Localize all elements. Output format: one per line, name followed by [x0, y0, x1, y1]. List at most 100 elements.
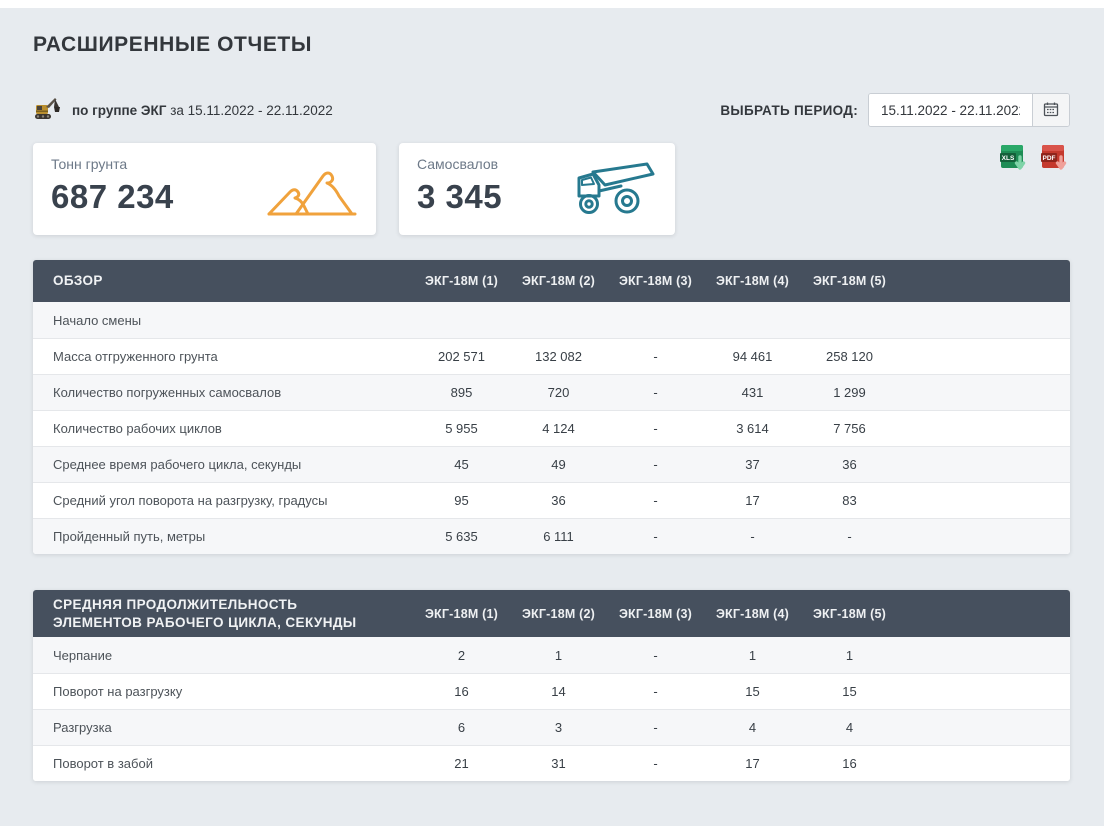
row-value: 17 [704, 493, 801, 508]
table-row: Начало смены [33, 302, 1070, 338]
row-label: Количество погруженных самосвалов [33, 385, 413, 400]
table-header: ОБЗОР ЭКГ-18М (1)ЭКГ-18М (2)ЭКГ-18М (3)Э… [33, 260, 1070, 302]
row-value: 6 111 [510, 529, 607, 544]
info-row: по группе ЭКГ за 15.11.2022 - 22.11.2022… [33, 93, 1070, 127]
row-value: 45 [413, 457, 510, 472]
row-value: 1 [704, 648, 801, 663]
column-header-2: ЭКГ-18М (2) [510, 607, 607, 621]
table-row: Поворот на разгрузку1614-1515 [33, 673, 1070, 709]
table-row: Разгрузка63-44 [33, 709, 1070, 745]
calendar-button[interactable] [1032, 94, 1069, 126]
row-value: - [607, 720, 704, 735]
row-value: - [607, 648, 704, 663]
row-value: - [801, 529, 898, 544]
row-value: 5 955 [413, 421, 510, 436]
row-value: 95 [413, 493, 510, 508]
row-value: - [607, 684, 704, 699]
column-header-4: ЭКГ-18М (4) [704, 274, 801, 288]
bottom-space [33, 781, 1070, 817]
column-header-2: ЭКГ-18М (2) [510, 274, 607, 288]
xls-label: XLS [1002, 155, 1015, 162]
row-value: - [607, 421, 704, 436]
row-label: Черпание [33, 648, 413, 663]
table-row: Пройденный путь, метры5 6356 111--- [33, 518, 1070, 554]
row-label: Поворот на разгрузку [33, 684, 413, 699]
period-input[interactable] [869, 94, 1032, 126]
row-value: 15 [801, 684, 898, 699]
row-value: 431 [704, 385, 801, 400]
column-header-4: ЭКГ-18М (4) [704, 607, 801, 621]
table-body: Начало смены Масса отгруженного грунта202… [33, 302, 1070, 554]
row-value: 36 [801, 457, 898, 472]
row-value: - [607, 756, 704, 771]
card-trucks: Самосвалов 3 345 [399, 143, 675, 235]
row-value: - [607, 457, 704, 472]
pdf-label: PDF [1043, 155, 1056, 162]
summary-cards-row: Тонн грунта 687 234 Самосвалов 3 345 [33, 143, 1070, 235]
calendar-icon [1043, 101, 1059, 120]
row-label: Масса отгруженного грунта [33, 349, 413, 364]
card-tons: Тонн грунта 687 234 [33, 143, 376, 235]
row-value: 7 756 [801, 421, 898, 436]
row-value: 94 461 [704, 349, 801, 364]
row-value: 16 [801, 756, 898, 771]
column-header-5: ЭКГ-18М (5) [801, 607, 898, 621]
row-label: Средний угол поворота на разгрузку, град… [33, 493, 413, 508]
row-value: 17 [704, 756, 801, 771]
report-group-label: по группе ЭКГ [72, 103, 166, 118]
row-value: 2 [413, 648, 510, 663]
export-xls-button[interactable]: XLS [1000, 143, 1029, 177]
table-title: ОБЗОР [33, 272, 413, 290]
row-value: 14 [510, 684, 607, 699]
row-value: 15 [704, 684, 801, 699]
card-tons-value: 687 234 [51, 178, 174, 216]
row-value: 1 299 [801, 385, 898, 400]
row-value: 3 614 [704, 421, 801, 436]
row-value: 3 [510, 720, 607, 735]
row-value: 4 [704, 720, 801, 735]
table-row: Поворот в забой2131-1716 [33, 745, 1070, 781]
row-value: - [607, 529, 704, 544]
row-value: 36 [510, 493, 607, 508]
row-value: 132 082 [510, 349, 607, 364]
row-value: 31 [510, 756, 607, 771]
row-label: Поворот в забой [33, 756, 413, 771]
row-value: 895 [413, 385, 510, 400]
page-container: РАСШИРЕННЫЕ ОТЧЕТЫ по группе ЭКГ за 15.1… [0, 33, 1104, 817]
table-row: Масса отгруженного грунта202 571132 082-… [33, 338, 1070, 374]
top-strip [0, 0, 1104, 8]
row-value: - [607, 385, 704, 400]
row-value: 4 124 [510, 421, 607, 436]
column-header-1: ЭКГ-18М (1) [413, 274, 510, 288]
period-selector: ВЫБРАТЬ ПЕРИОД: [720, 93, 1070, 127]
row-label: Среднее время рабочего цикла, секунды [33, 457, 413, 472]
excavator-icon [33, 95, 63, 126]
column-header-5: ЭКГ-18М (5) [801, 274, 898, 288]
row-value: 202 571 [413, 349, 510, 364]
report-period-text: за 15.11.2022 - 22.11.2022 [170, 103, 333, 118]
table-title: СРЕДНЯЯ ПРОДОЛЖИТЕЛЬНОСТЬ ЭЛЕМЕНТОВ РАБО… [33, 596, 413, 631]
period-input-group [868, 93, 1070, 127]
row-value: 720 [510, 385, 607, 400]
export-buttons: XLS PDF [1000, 143, 1070, 177]
card-trucks-label: Самосвалов [417, 156, 502, 172]
row-value: 4 [801, 720, 898, 735]
row-value: 49 [510, 457, 607, 472]
table-body: Черпание21-11Поворот на разгрузку1614-15… [33, 637, 1070, 781]
table-row: Черпание21-11 [33, 637, 1070, 673]
row-value: 5 635 [413, 529, 510, 544]
row-value: 1 [510, 648, 607, 663]
row-label: Количество рабочих циклов [33, 421, 413, 436]
row-value: - [607, 349, 704, 364]
row-label: Разгрузка [33, 720, 413, 735]
report-scope: по группе ЭКГ за 15.11.2022 - 22.11.2022 [33, 95, 333, 126]
row-label: Пройденный путь, метры [33, 529, 413, 544]
export-pdf-button[interactable]: PDF [1041, 143, 1070, 177]
column-header-3: ЭКГ-18М (3) [607, 274, 704, 288]
dump-truck-icon [569, 158, 657, 223]
row-label: Начало смены [33, 313, 413, 328]
table-row: Количество погруженных самосвалов895720-… [33, 374, 1070, 410]
row-value: - [704, 529, 801, 544]
card-trucks-value: 3 345 [417, 178, 502, 216]
row-value: - [607, 493, 704, 508]
